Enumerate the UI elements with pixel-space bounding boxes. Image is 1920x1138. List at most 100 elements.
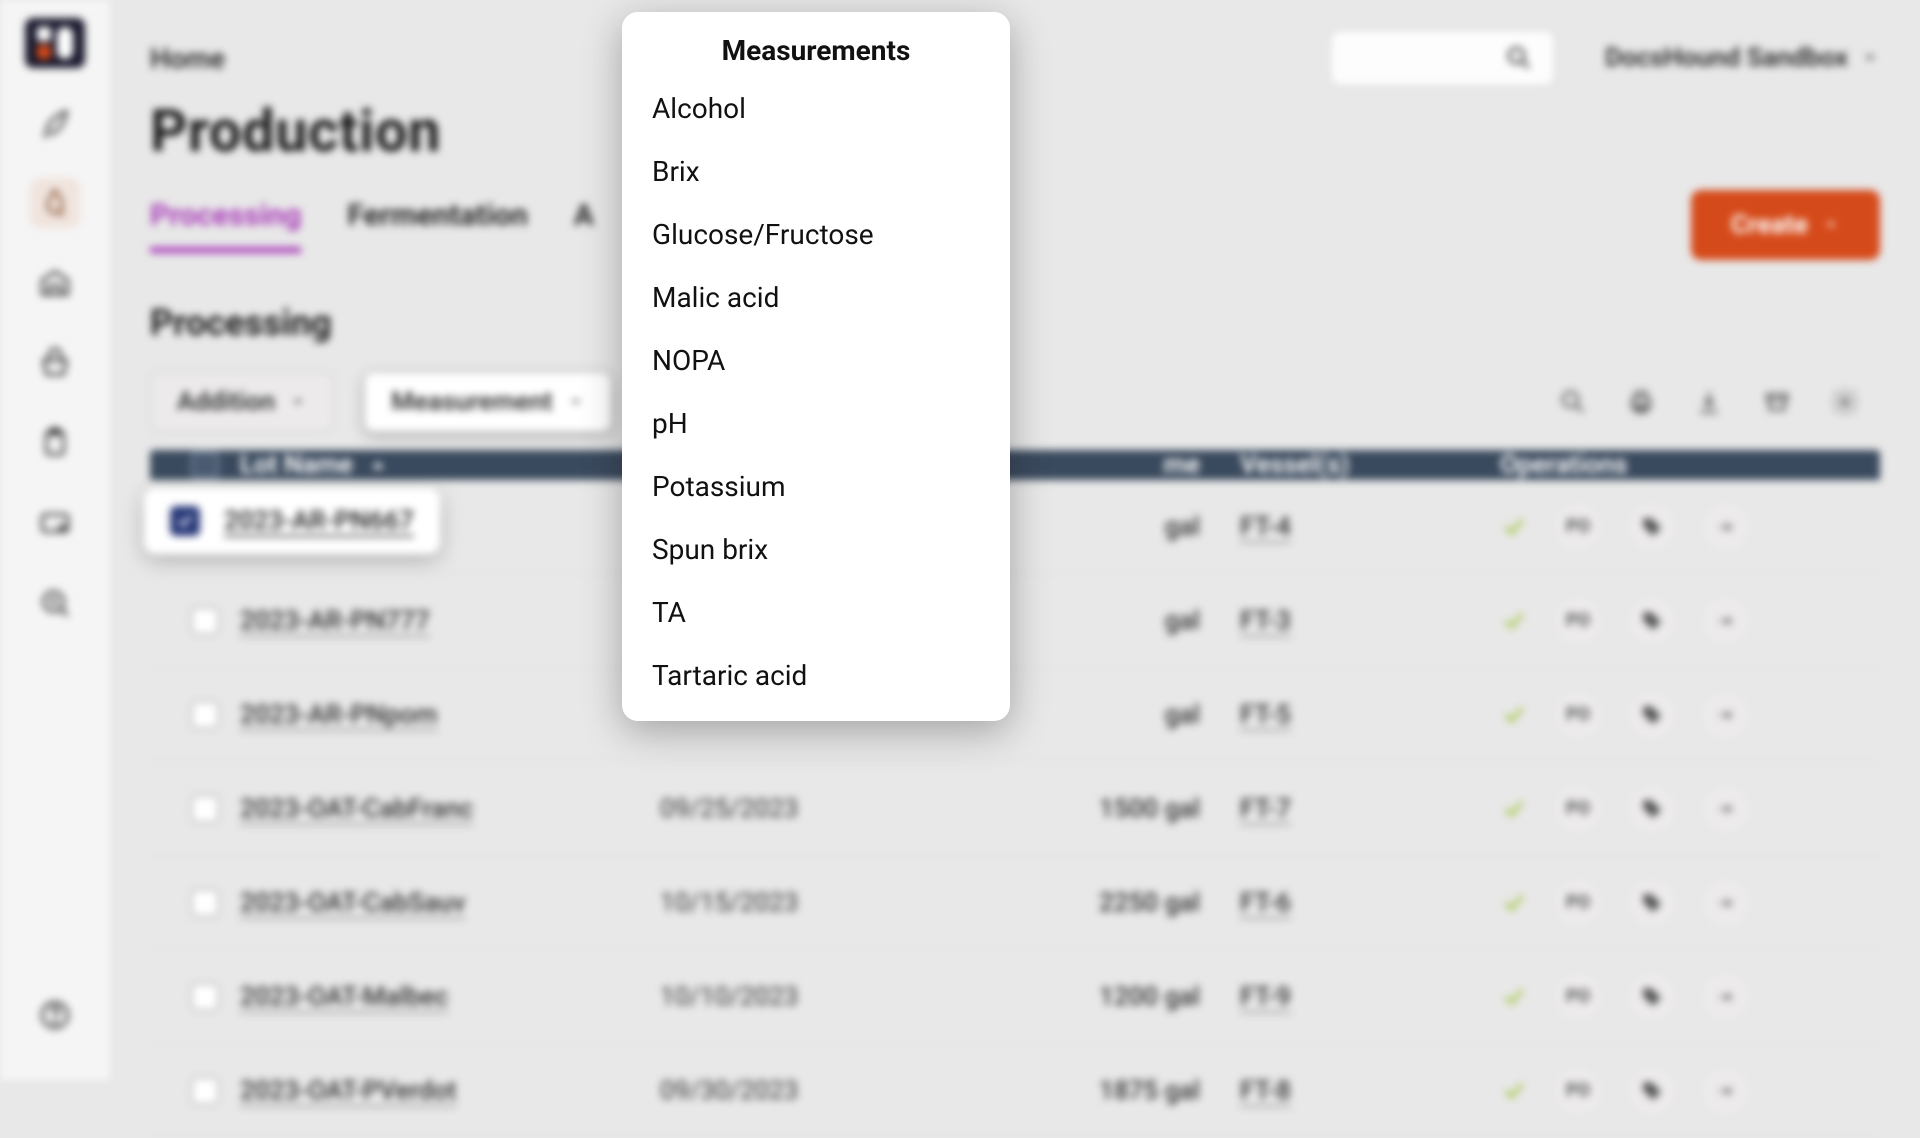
lot-link[interactable]: 2023-AR-PN777 xyxy=(240,606,430,636)
row-checkbox[interactable] xyxy=(170,506,200,536)
measurement-option[interactable]: Spun brix xyxy=(622,518,1010,581)
column-lot-name[interactable]: Lot Name xyxy=(240,450,660,480)
op-tag-button[interactable] xyxy=(1628,785,1676,833)
chevron-down-icon xyxy=(1822,216,1840,234)
op-forward-button[interactable] xyxy=(1702,503,1750,551)
chevron-down-icon xyxy=(567,393,585,411)
op-tag-button[interactable] xyxy=(1628,503,1676,551)
chevron-down-icon xyxy=(289,393,307,411)
op-forward-button[interactable] xyxy=(1702,973,1750,1021)
op-tag-button[interactable] xyxy=(1628,879,1676,927)
chevron-down-icon xyxy=(1860,48,1880,68)
op-po-button[interactable]: PO xyxy=(1554,691,1602,739)
measurement-dropdown[interactable]: Measurement xyxy=(364,372,612,432)
nav-production-icon[interactable] xyxy=(30,178,80,228)
sort-asc-icon xyxy=(367,454,389,476)
op-forward-button[interactable] xyxy=(1702,597,1750,645)
lot-link[interactable]: 2023-AR-PN667 xyxy=(224,506,414,536)
measurement-option[interactable]: Glucose/Fructose xyxy=(622,203,1010,266)
vessel-link[interactable]: FT-6 xyxy=(1240,888,1291,918)
table-search-icon[interactable] xyxy=(1558,387,1588,417)
check-icon xyxy=(1500,701,1528,729)
op-forward-button[interactable] xyxy=(1702,879,1750,927)
global-search[interactable] xyxy=(1330,30,1555,86)
measurement-option[interactable]: NOPA xyxy=(622,329,1010,392)
op-po-button[interactable]: PO xyxy=(1554,597,1602,645)
nav-leaf-icon[interactable] xyxy=(30,98,80,148)
op-tag-button[interactable] xyxy=(1628,973,1676,1021)
op-po-button[interactable]: PO xyxy=(1554,973,1602,1021)
addition-dropdown[interactable]: Addition xyxy=(150,372,334,432)
section-title: Processing xyxy=(150,302,1880,344)
select-all-checkbox[interactable] xyxy=(191,451,219,479)
tab-more[interactable]: A xyxy=(574,198,594,253)
measurement-option[interactable]: TA xyxy=(622,581,1010,644)
row-checkbox[interactable] xyxy=(191,889,219,917)
op-tag-button[interactable] xyxy=(1628,1067,1676,1115)
check-icon xyxy=(1500,607,1528,635)
settings-icon[interactable] xyxy=(1830,387,1860,417)
row-checkbox[interactable] xyxy=(191,607,219,635)
nav-basket-icon[interactable] xyxy=(30,338,80,388)
vessel-link[interactable]: FT-5 xyxy=(1240,700,1291,730)
measurements-popup: Measurements AlcoholBrixGlucose/Fructose… xyxy=(622,12,1010,721)
popup-title: Measurements xyxy=(622,34,1010,67)
vessel-link[interactable]: FT-8 xyxy=(1240,1076,1291,1106)
measurement-option[interactable]: Alcohol xyxy=(622,77,1010,140)
column-volume[interactable]: me xyxy=(1040,450,1240,480)
measurement-option[interactable]: Malic acid xyxy=(622,266,1010,329)
measurement-option[interactable]: Brix xyxy=(622,140,1010,203)
app-logo[interactable] xyxy=(25,18,85,68)
row-checkbox[interactable] xyxy=(191,701,219,729)
page-title: Production xyxy=(150,98,1880,166)
tab-fermentation[interactable]: Fermentation xyxy=(347,198,527,253)
create-button[interactable]: Create xyxy=(1691,190,1880,260)
table-row: 2023-OAT-CabFranc 09/25/2023 1500 gal FT… xyxy=(150,762,1880,856)
row-checkbox[interactable] xyxy=(191,795,219,823)
op-po-button[interactable]: PO xyxy=(1554,879,1602,927)
column-operations: Operations xyxy=(1500,450,1860,480)
nav-card-icon[interactable] xyxy=(30,498,80,548)
table-row: 2023-OAT-Malbec 10/10/2023 1200 gal FT-9… xyxy=(150,950,1880,1044)
op-tag-button[interactable] xyxy=(1628,691,1676,739)
vessel-link[interactable]: FT-3 xyxy=(1240,606,1291,636)
tab-processing[interactable]: Processing xyxy=(150,198,301,253)
vessel-link[interactable]: FT-9 xyxy=(1240,982,1291,1012)
measurement-option[interactable]: Potassium xyxy=(622,455,1010,518)
measurement-option[interactable]: Tartaric acid xyxy=(622,644,1010,707)
row-checkbox[interactable] xyxy=(191,1077,219,1105)
op-forward-button[interactable] xyxy=(1702,691,1750,739)
table-header: Lot Name me Vessel(s) Operations xyxy=(150,450,1880,480)
row-checkbox[interactable] xyxy=(191,983,219,1011)
op-forward-button[interactable] xyxy=(1702,1067,1750,1115)
op-tag-button[interactable] xyxy=(1628,597,1676,645)
op-po-button[interactable]: PO xyxy=(1554,785,1602,833)
op-po-button[interactable]: PO xyxy=(1554,503,1602,551)
nav-warehouse-icon[interactable] xyxy=(30,258,80,308)
lot-link[interactable]: 2023-OAT-PVerdot xyxy=(240,1076,457,1106)
op-po-button[interactable]: PO xyxy=(1554,1067,1602,1115)
nav-help-icon[interactable] xyxy=(30,990,80,1040)
column-vessel[interactable]: Vessel(s) xyxy=(1240,450,1500,480)
vessel-link[interactable]: FT-4 xyxy=(1240,512,1291,542)
check-icon xyxy=(1500,889,1528,917)
check-icon xyxy=(1500,1077,1528,1105)
check-icon xyxy=(1500,795,1528,823)
vessel-link[interactable]: FT-7 xyxy=(1240,794,1291,824)
create-button-label: Create xyxy=(1731,210,1808,240)
download-icon[interactable] xyxy=(1694,387,1724,417)
lot-link[interactable]: 2023-OAT-CabFranc xyxy=(240,794,473,824)
tenant-name: DocsHound Sandbox xyxy=(1605,43,1848,73)
nav-clipboard-icon[interactable] xyxy=(30,418,80,468)
nav-money-icon[interactable] xyxy=(30,578,80,628)
lot-link[interactable]: 2023-OAT-Malbec xyxy=(240,982,448,1012)
lot-link[interactable]: 2023-AR-PNpom xyxy=(240,700,437,730)
lot-link[interactable]: 2023-OAT-CabSauv xyxy=(240,888,466,918)
table-row: 2023-AR-PNpom gal FT-5 PO xyxy=(150,668,1880,762)
tenant-selector[interactable]: DocsHound Sandbox xyxy=(1605,43,1880,73)
archive-icon[interactable] xyxy=(1762,387,1792,417)
print-icon[interactable] xyxy=(1626,387,1656,417)
measurement-option[interactable]: pH xyxy=(622,392,1010,455)
op-forward-button[interactable] xyxy=(1702,785,1750,833)
breadcrumb-home[interactable]: Home xyxy=(150,42,225,75)
